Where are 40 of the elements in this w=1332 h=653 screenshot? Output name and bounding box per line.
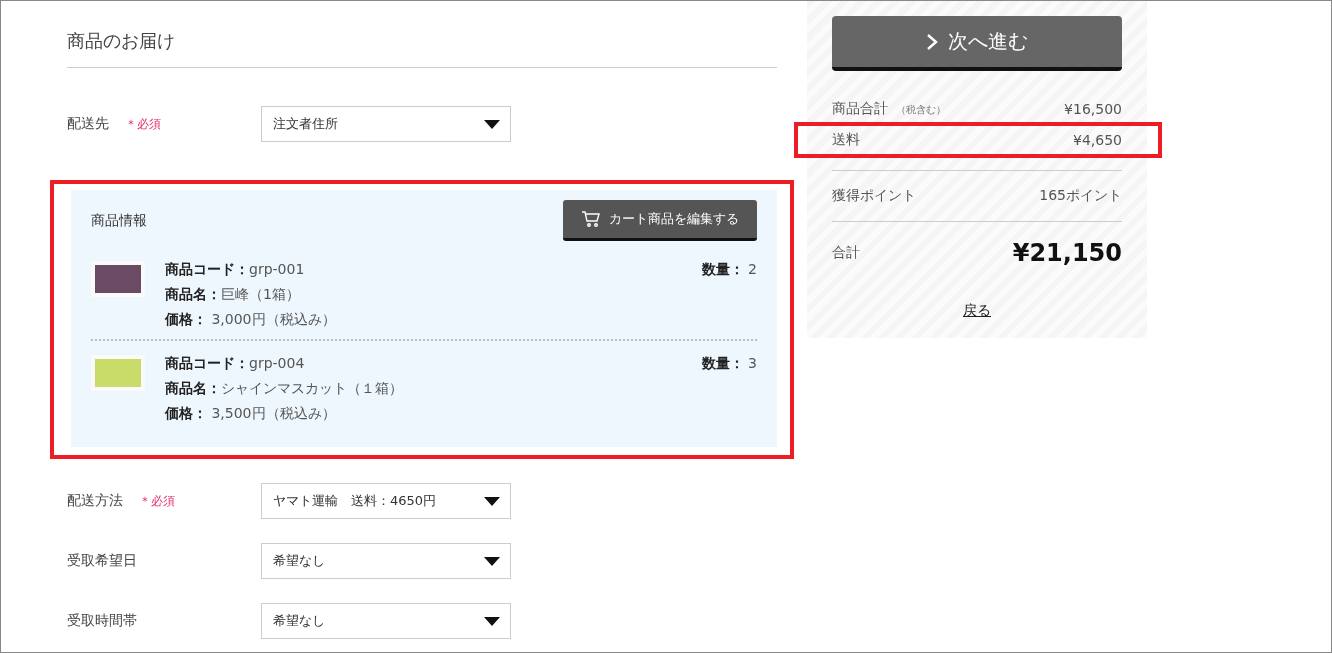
photo-placeholder [91,261,145,297]
caret-icon [484,616,500,626]
dropdown-select[interactable]: ヤマト運輸 送料：4650円 [261,483,511,519]
back-link[interactable]: 戻る [963,302,991,320]
product-detail: 商品コード：grp-001 [165,260,306,279]
field-label: 受取希望日 [67,552,137,570]
caret-icon [484,119,500,129]
field-label: 受取時間帯 [67,612,137,630]
caret-icon [484,556,500,566]
required-mark: ＊必須 [125,115,161,133]
summary-value: ¥16,500 [1064,101,1122,117]
field-label: 配送先 [67,115,109,133]
tax-note: （税含む） [896,104,946,115]
product-detail: 商品コード：grp-004 [165,354,306,373]
dropdown-select[interactable]: 希望なし [261,543,511,579]
panel-title: 商品情報 [91,211,147,230]
summary-label: 獲得ポイント [832,187,916,203]
chevron-right-icon [926,32,938,51]
section-heading: 商品のお届け [67,1,777,68]
field-label: 配送方法 [67,492,123,510]
summary-label: 商品合計 [832,100,888,116]
summary-label: 合計 [832,244,860,260]
summary-label: 送料 [832,131,860,147]
product-detail: 商品名：シャインマスカット（１箱） [165,379,404,398]
edit-cart-button[interactable]: カート商品を編集する [563,200,757,241]
dropdown-select[interactable]: 注文者住所 [261,106,511,142]
product-detail: 価格： 3,500円（税込み） [165,404,337,423]
dropdown-select[interactable]: 希望なし [261,603,511,639]
photo-placeholder [91,355,145,391]
caret-icon [484,496,500,506]
summary-value: ¥4,650 [1073,132,1122,148]
required-mark: ＊必須 [139,492,175,510]
product-detail: 商品名：巨峰（1箱） [165,285,301,304]
product-detail: 価格： 3,000円（税込み） [165,310,337,329]
quantity-text: 数量： 3 [701,354,757,373]
next-button[interactable]: 次へ進む [832,16,1122,71]
cart-icon [581,211,601,227]
summary-value: 165ポイント [1039,187,1122,205]
quantity-text: 数量： 2 [701,260,757,279]
summary-value: ¥21,150 [1012,239,1122,267]
